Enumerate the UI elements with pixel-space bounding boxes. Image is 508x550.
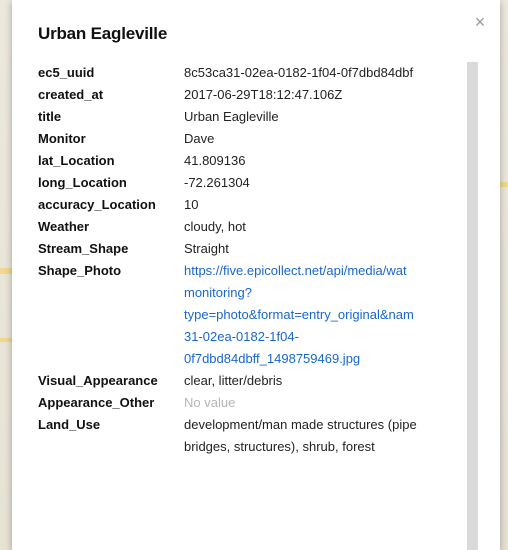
field-row-appearance-other: Appearance_Other No value	[38, 392, 478, 414]
details-table: ec5_uuid 8c53ca31-02ea-0182-1f04-0f7dbd8…	[38, 62, 478, 458]
field-key: accuracy_Location	[38, 197, 156, 212]
field-row-long-location: long_Location -72.261304	[38, 172, 478, 194]
map-road	[500, 182, 508, 187]
field-key: lat_Location	[38, 153, 115, 168]
field-row-monitor: Monitor Dave	[38, 128, 478, 150]
info-popup: × Urban Eagleville ec5_uuid 8c53ca31-02e…	[12, 0, 500, 550]
field-row-title: title Urban Eagleville	[38, 106, 478, 128]
scrollbar[interactable]	[467, 62, 478, 550]
field-row-visual-appearance: Visual_Appearance clear, litter/debris	[38, 370, 478, 392]
land-use-line: development/man made structures (pipe	[184, 417, 417, 432]
field-value: Urban Eagleville	[184, 109, 279, 124]
field-value: https://five.epicollect.net/api/media/wa…	[184, 260, 478, 370]
field-key: Stream_Shape	[38, 241, 129, 256]
field-key: Weather	[38, 219, 90, 234]
land-use-line: bridges, structures), shrub, forest	[184, 439, 375, 454]
field-row-shape-photo: Shape_Photo https://five.epicollect.net/…	[38, 260, 478, 370]
field-value: 8c53ca31-02ea-0182-1f04-0f7dbd84dbf	[184, 65, 414, 80]
field-key: created_at	[38, 87, 104, 102]
field-row-weather: Weather cloudy, hot	[38, 216, 478, 238]
field-row-created-at: created_at 2017-06-29T18:12:47.106Z	[38, 84, 478, 106]
details-scroll-area[interactable]: ec5_uuid 8c53ca31-02ea-0182-1f04-0f7dbd8…	[38, 62, 478, 550]
shape-photo-link[interactable]: 31-02ea-0182-1f04-	[184, 326, 478, 348]
shape-photo-link[interactable]: monitoring?	[184, 282, 478, 304]
field-value: 2017-06-29T18:12:47.106Z	[184, 87, 343, 102]
field-value: development/man made structures (pipe br…	[184, 414, 478, 458]
map-road	[0, 268, 12, 274]
shape-photo-link[interactable]: type=photo&format=entry_original&nam	[184, 304, 478, 326]
field-key: Monitor	[38, 131, 86, 146]
shape-photo-link[interactable]: https://five.epicollect.net/api/media/wa…	[184, 260, 478, 282]
field-key: Shape_Photo	[38, 263, 122, 278]
popup-title: Urban Eagleville	[38, 24, 168, 43]
field-key: Appearance_Other	[38, 395, 155, 410]
field-value: Straight	[184, 241, 229, 256]
close-icon[interactable]: ×	[472, 13, 488, 31]
field-value: -72.261304	[184, 175, 250, 190]
field-value: clear, litter/debris	[184, 373, 283, 388]
field-key: ec5_uuid	[38, 65, 95, 80]
field-key: long_Location	[38, 175, 127, 190]
field-key: title	[38, 109, 62, 124]
field-value: No value	[184, 395, 236, 410]
field-key: Land_Use	[38, 417, 101, 432]
field-value: cloudy, hot	[184, 219, 246, 234]
field-value: Dave	[184, 131, 215, 146]
field-row-lat-location: lat_Location 41.809136	[38, 150, 478, 172]
field-row-land-use: Land_Use development/man made structures…	[38, 414, 478, 458]
map-road	[0, 338, 12, 342]
field-value: 41.809136	[184, 153, 246, 168]
shape-photo-link[interactable]: 0f7dbd84dbff_1498759469.jpg	[184, 348, 478, 370]
field-row-stream-shape: Stream_Shape Straight	[38, 238, 478, 260]
field-row-accuracy-location: accuracy_Location 10	[38, 194, 478, 216]
field-row-ec5-uuid: ec5_uuid 8c53ca31-02ea-0182-1f04-0f7dbd8…	[38, 62, 478, 84]
field-value: 10	[184, 197, 199, 212]
field-key: Visual_Appearance	[38, 373, 158, 388]
